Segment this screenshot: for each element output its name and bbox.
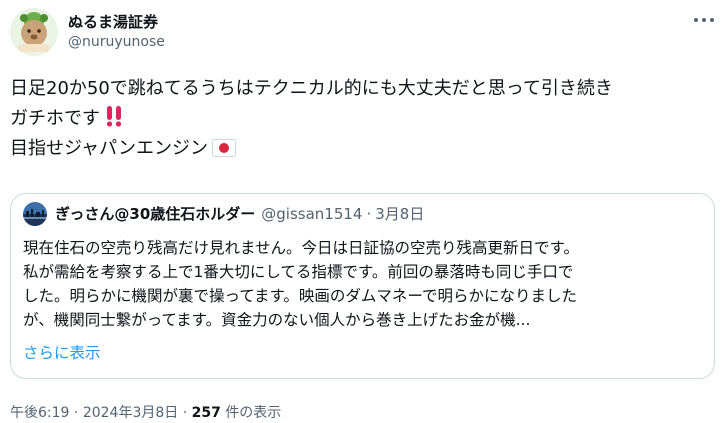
quoted-author-avatar[interactable] [23, 202, 47, 226]
more-options-icon[interactable] [691, 12, 717, 28]
city-skyline-avatar-icon [23, 202, 47, 226]
quoted-header: ぎっさん@30歳住石ホルダー @gissan1514 · 3月8日 [55, 204, 424, 224]
show-more-link[interactable]: さらに表示 [23, 341, 101, 363]
tweet-line: 日足20か50で跳ねてるうちはテクニカル的にも大丈夫だと思って引き続き [10, 78, 613, 99]
author-name[interactable]: ぬるま湯証券 [68, 11, 158, 32]
meta-separator: · [73, 405, 79, 421]
tweet-line: 目指せジャパンエンジン [10, 134, 722, 164]
post-date[interactable]: 2024年3月8日 [83, 405, 178, 421]
double-exclamation-icon [106, 106, 122, 127]
quoted-author-handle[interactable]: @gissan1514 [261, 205, 362, 223]
quoted-line: した。明らかに機関が裏で操ってます。映画のダムマネーで明らかになりました [23, 287, 577, 305]
post-time[interactable]: 午後6:19 [10, 405, 69, 421]
tweet-line: ガチホです [10, 104, 722, 134]
quoted-line: が、機関同士繋がってます。資金力のない個人から巻き上げたお金が機... [23, 311, 531, 329]
views-label: 件の表示 [225, 405, 282, 421]
views-count: 257 [191, 405, 221, 421]
bear-character-avatar-icon [10, 8, 58, 56]
quoted-tweet-card[interactable]: ぎっさん@30歳住石ホルダー @gissan1514 · 3月8日 現在住石の空売り残… [10, 193, 715, 379]
meta-separator: · [182, 405, 188, 421]
author-handle[interactable]: @nuruyunose [68, 34, 165, 50]
quoted-line: 現在住石の空売り残高だけ見れません。今日は日証協の空売り残高更新日です。 [23, 239, 579, 257]
japan-flag-icon [212, 139, 236, 157]
tweet-header: ぬるま湯証券 @nuruyunose [10, 8, 717, 56]
meta-separator: · [366, 205, 372, 223]
tweet-footer: 午後6:19 · 2024年3月8日 · 257 件の表示 [10, 402, 281, 422]
quoted-author-name[interactable]: ぎっさん@30歳住石ホルダー [55, 205, 255, 223]
quoted-date[interactable]: 3月8日 [375, 205, 424, 223]
quoted-body: 現在住石の空売り残高だけ見れません。今日は日証協の空売り残高更新日です。 私が需… [23, 236, 707, 332]
tweet-body: 日足20か50で跳ねてるうちはテクニカル的にも大丈夫だと思って引き続き ガチホで… [10, 74, 722, 164]
author-avatar[interactable] [10, 8, 58, 56]
quoted-line: 私が需給を考察する上で1番大切にしてる指標です。前回の暴落時も同じ手口で [23, 263, 574, 281]
